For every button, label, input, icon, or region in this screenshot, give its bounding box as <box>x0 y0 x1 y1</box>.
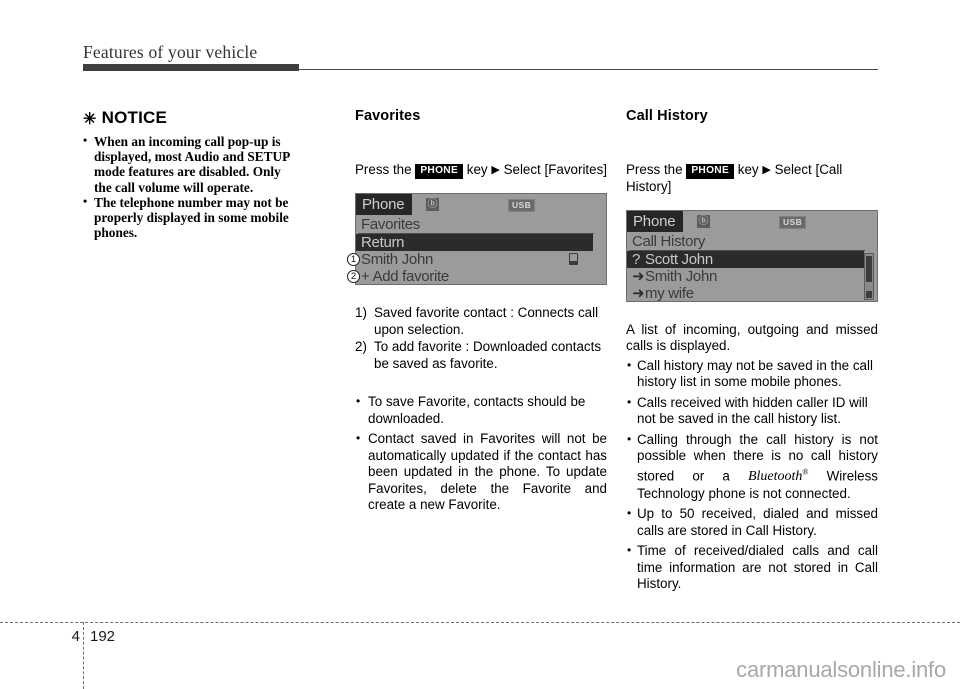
bluetooth-icon: ⓑ <box>697 214 710 228</box>
notice-item-line: phones. <box>94 225 138 241</box>
lcd-list-item-label: + Add favorite <box>361 268 449 285</box>
lcd-mode-tab-phone[interactable]: Phone <box>627 210 684 232</box>
page-number: 192 <box>90 628 116 645</box>
callout-marker-2: 2 <box>347 270 360 283</box>
lcd-scrollbar-down-arrow[interactable] <box>866 290 872 298</box>
page-running-header: Features of your vehicle <box>83 42 878 71</box>
lcd-call-entry-label: Smith John <box>645 267 718 285</box>
favorites-lcd-screen: Phone ⓑ USB Favorites Return Smith John … <box>355 193 607 285</box>
lcd-list-item-return[interactable]: Return <box>356 234 593 251</box>
notice-item-line: The telephone number may not be <box>94 194 289 210</box>
phone-key-badge[interactable]: PHONE <box>415 164 464 179</box>
lcd-scrollbar-thumb[interactable] <box>866 255 872 282</box>
notice-item-line: the call volume will operate. <box>94 179 254 195</box>
header-rule-thin <box>299 69 878 70</box>
call-history-lcd-screen: Phone ⓑ USB Call History ? Scott John ➜Sm… <box>626 209 878 302</box>
lcd-call-entry[interactable]: ➜Smith John <box>627 268 877 285</box>
outgoing-call-icon: ➜ <box>632 284 645 302</box>
call-history-instruction-before: Press the <box>626 162 683 177</box>
notice-heading-label: NOTICE <box>101 108 168 127</box>
call-history-bullet-item: Call history may not be saved in the cal… <box>626 357 878 391</box>
notice-asterisk-icon: ✳ <box>83 111 97 128</box>
outgoing-call-icon: ➜ <box>632 267 645 285</box>
call-history-bullet-item-bluetooth: Calling through the call history is not … <box>626 431 878 503</box>
favorites-bullet-list: To save Favorite, contacts should be dow… <box>355 393 607 514</box>
favorites-instruction-after: key <box>466 162 488 177</box>
call-history-bullet-item: Up to 50 received, dialed and missed cal… <box>626 505 878 539</box>
bluetooth-wordmark: Bluetooth® <box>747 467 809 485</box>
notice-item-line: When an incoming call pop-up is <box>94 134 281 149</box>
lcd-call-entry-label: Scott John <box>645 250 713 268</box>
lcd-scrollbar[interactable] <box>864 252 874 300</box>
lcd-list-item-add-favorite[interactable]: + Add favorite <box>356 268 606 285</box>
lcd-mode-tab-phone[interactable]: Phone <box>356 194 413 215</box>
notice-item: When an incoming call pop-up is displaye… <box>83 133 335 195</box>
favorites-numbered-list: 1) Saved favorite contact : Connects cal… <box>355 305 607 372</box>
lcd-list-item-label: Smith John <box>361 251 434 268</box>
call-history-intro: A list of incoming, outgoing and missed … <box>626 321 878 354</box>
lcd-call-entry-missed[interactable]: ? Scott John <box>627 250 864 268</box>
missed-call-icon: ? <box>632 250 641 268</box>
bluetooth-icon: ⓑ <box>426 198 439 211</box>
notice-heading: ✳ NOTICE <box>83 108 335 130</box>
arrow-right-icon: ▶ <box>491 164 500 176</box>
notice-item-line: properly displayed in some mobile <box>94 210 289 226</box>
column-notice: ✳NOTICE When an incoming call pop-up is … <box>83 108 335 240</box>
lcd-list-item-contact[interactable]: Smith John <box>356 251 606 268</box>
lcd-screen-title: Call History <box>627 232 877 251</box>
column-call-history: Call History Press the PHONE key ▶ Selec… <box>626 108 878 597</box>
list-marker: 1) <box>355 305 367 320</box>
phone-key-badge[interactable]: PHONE <box>686 164 735 179</box>
lcd-statusbar: Phone ⓑ USB <box>356 194 606 215</box>
usb-icon: USB <box>779 215 807 229</box>
call-history-heading: Call History <box>626 108 708 124</box>
favorites-numbered-item: 1) Saved favorite contact : Connects cal… <box>355 305 607 338</box>
lcd-statusbar: Phone ⓑ USB <box>627 210 877 232</box>
mobile-phone-icon <box>569 253 578 265</box>
notice-item-line: displayed, most Audio and SETUP <box>94 149 291 165</box>
favorites-bullet-item: To save Favorite, contacts should be dow… <box>355 393 607 427</box>
favorites-screenshot-wrap: Phone ⓑ USB Favorites Return Smith John … <box>347 193 607 285</box>
usb-icon: USB <box>508 199 536 212</box>
call-history-bullet-item: Calls received with hidden caller ID wil… <box>626 394 878 428</box>
site-watermark: carmanualsonline.info <box>736 657 946 682</box>
call-history-instruction: Press the PHONE key ▶ Select [Call Histo… <box>626 162 878 196</box>
chapter-number: 4 <box>71 628 80 645</box>
lcd-call-entry[interactable]: ➜my wife <box>627 284 877 302</box>
header-rule-thick <box>83 64 299 71</box>
callout-marker-1: 1 <box>347 253 360 266</box>
favorites-heading: Favorites <box>355 108 421 124</box>
page-title: Features of your vehicle <box>83 42 258 62</box>
column-favorites: Favorites Press the PHONE key ▶ Select [… <box>347 108 607 518</box>
favorites-numbered-item: 2) To add favorite : Downloaded contacts… <box>355 339 607 372</box>
footer-vertical-divider <box>83 622 84 689</box>
call-history-bullet-list: Call history may not be saved in the cal… <box>626 357 878 593</box>
list-text: To add favorite : Downloaded contacts be… <box>374 339 602 371</box>
notice-item-line: mode features are disabled. Only <box>94 164 281 180</box>
registered-mark-icon: ® <box>802 467 809 477</box>
call-history-screenshot-wrap: Phone ⓑ USB Call History ? Scott John ➜Sm… <box>626 209 878 302</box>
lcd-list-item-label: Return <box>361 234 405 251</box>
call-history-bullet-item: Time of received/dialed calls and call t… <box>626 542 878 593</box>
list-text: Saved favorite contact : Connects call u… <box>374 305 599 337</box>
favorites-instruction-action: Select [Favorites] <box>503 162 608 177</box>
notice-item: The telephone number may not be properly… <box>83 194 335 241</box>
favorites-instruction: Press the PHONE key ▶ Select [Favorites] <box>355 162 607 179</box>
list-marker: 2) <box>355 339 367 354</box>
header-rule <box>83 64 878 71</box>
favorites-instruction-before: Press the <box>355 162 412 177</box>
footer-divider <box>0 622 960 624</box>
arrow-right-icon: ▶ <box>762 164 771 176</box>
notice-list: When an incoming call pop-up is displaye… <box>83 133 335 241</box>
favorites-bullet-item: Contact saved in Favorites will not be a… <box>355 430 607 514</box>
bluetooth-brand-label: Bluetooth <box>747 469 803 485</box>
lcd-screen-title: Favorites <box>356 215 606 234</box>
call-history-instruction-after: key <box>737 162 759 177</box>
lcd-call-entry-label: my wife <box>645 284 694 302</box>
